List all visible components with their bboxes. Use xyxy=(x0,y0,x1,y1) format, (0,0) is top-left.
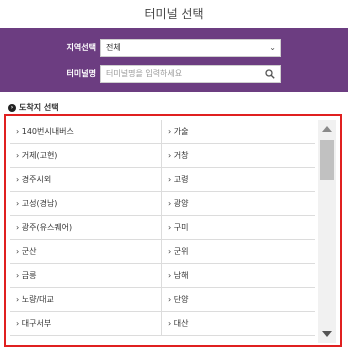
terminal-item[interactable]: › 군위 xyxy=(162,240,315,264)
terminal-item[interactable]: › 군산 xyxy=(10,240,162,264)
terminal-item[interactable]: › 광양 xyxy=(162,192,315,216)
scroll-up-icon[interactable] xyxy=(322,126,332,132)
table-row: › 경주시외 › 고령 xyxy=(10,168,315,192)
terminal-search-input[interactable]: 터미널명을 입력하세요 xyxy=(100,65,281,83)
scroll-thumb[interactable] xyxy=(320,140,334,180)
terminal-item[interactable]: › 가술 xyxy=(162,120,315,144)
terminal-name: 140번시내버스 xyxy=(21,127,74,136)
region-select-value: 전체 xyxy=(106,43,121,52)
terminal-name: 금릉 xyxy=(21,271,37,280)
terminal-item[interactable]: › 단양 xyxy=(162,288,315,312)
table-row: › 노량/대교 › 단양 xyxy=(10,288,315,312)
terminal-name: 대산 xyxy=(173,319,189,328)
search-panel: 지역선택 전체 ⌄ 터미널명 터미널명을 입력하세요 xyxy=(0,28,348,92)
terminal-name: 거제(고현) xyxy=(21,151,58,160)
terminal-name: 구미 xyxy=(173,223,189,232)
terminal-item[interactable]: › 140번시내버스 xyxy=(10,120,162,144)
terminal-name: 노량/대교 xyxy=(21,295,54,304)
terminal-label: 터미널명 xyxy=(66,69,96,78)
table-row: › 광주(유스퀘어) › 구미 xyxy=(10,216,315,240)
terminal-name: 고성(경남) xyxy=(21,199,58,208)
terminal-name: 거창 xyxy=(173,151,189,160)
terminal-item[interactable]: › 광주(유스퀘어) xyxy=(10,216,162,240)
terminal-name: 경주시외 xyxy=(21,175,52,184)
terminal-list-box: › 140번시내버스 › 가술 › 거제(고현) › 거창 › 경주시외 › 고령 › 고성… xyxy=(4,114,342,347)
terminal-name: 단양 xyxy=(173,295,189,304)
terminal-name: 군산 xyxy=(21,247,37,256)
terminal-name: 가술 xyxy=(173,127,189,136)
terminal-item[interactable]: › 금릉 xyxy=(10,264,162,288)
terminal-item[interactable]: › 남해 xyxy=(162,264,315,288)
terminal-item[interactable]: › 대구서부 xyxy=(10,312,162,336)
terminal-list: › 140번시내버스 › 가술 › 거제(고현) › 거창 › 경주시외 › 고령 › 고성… xyxy=(10,120,315,336)
terminal-item[interactable]: › 구미 xyxy=(162,216,315,240)
terminal-item[interactable]: › 경주시외 xyxy=(10,168,162,192)
page-title: 터미널 선택 xyxy=(144,7,204,21)
region-label: 지역선택 xyxy=(66,43,96,52)
terminal-name: 남해 xyxy=(173,271,189,280)
table-row: › 금릉 › 남해 xyxy=(10,264,315,288)
terminal-item[interactable]: › 노량/대교 xyxy=(10,288,162,312)
terminal-search-placeholder: 터미널명을 입력하세요 xyxy=(106,69,183,78)
section-title: 도착지 선택 xyxy=(19,103,59,112)
scrollbar[interactable] xyxy=(318,120,336,343)
terminal-item[interactable]: › 거창 xyxy=(162,144,315,168)
terminal-item[interactable]: › 고령 xyxy=(162,168,315,192)
table-row: › 대구서부 › 대산 xyxy=(10,312,315,336)
terminal-name: 광양 xyxy=(173,199,189,208)
region-select[interactable]: 전체 ⌄ xyxy=(100,39,281,57)
table-row: › 군산 › 군위 xyxy=(10,240,315,264)
terminal-item[interactable]: › 거제(고현) xyxy=(10,144,162,168)
search-icon[interactable] xyxy=(265,69,275,79)
table-row: › 140번시내버스 › 가술 xyxy=(10,120,315,144)
section-heading: › 도착지 선택 xyxy=(8,102,59,114)
table-row: › 고성(경남) › 광양 xyxy=(10,192,315,216)
terminal-name: 대구서부 xyxy=(21,319,52,328)
terminal-name: 광주(유스퀘어) xyxy=(21,223,73,232)
terminal-item[interactable]: › 고성(경남) xyxy=(10,192,162,216)
region-row: 지역선택 전체 ⌄ xyxy=(0,38,348,58)
chevron-down-icon: ⌄ xyxy=(269,43,276,52)
circle-arrow-icon: › xyxy=(8,103,16,112)
terminal-name: 고령 xyxy=(173,175,189,184)
table-row: › 거제(고현) › 거창 xyxy=(10,144,315,168)
terminal-name: 군위 xyxy=(173,247,189,256)
terminal-row: 터미널명 터미널명을 입력하세요 xyxy=(0,64,348,84)
terminal-item[interactable]: › 대산 xyxy=(162,312,315,336)
scroll-down-icon[interactable] xyxy=(322,331,332,337)
